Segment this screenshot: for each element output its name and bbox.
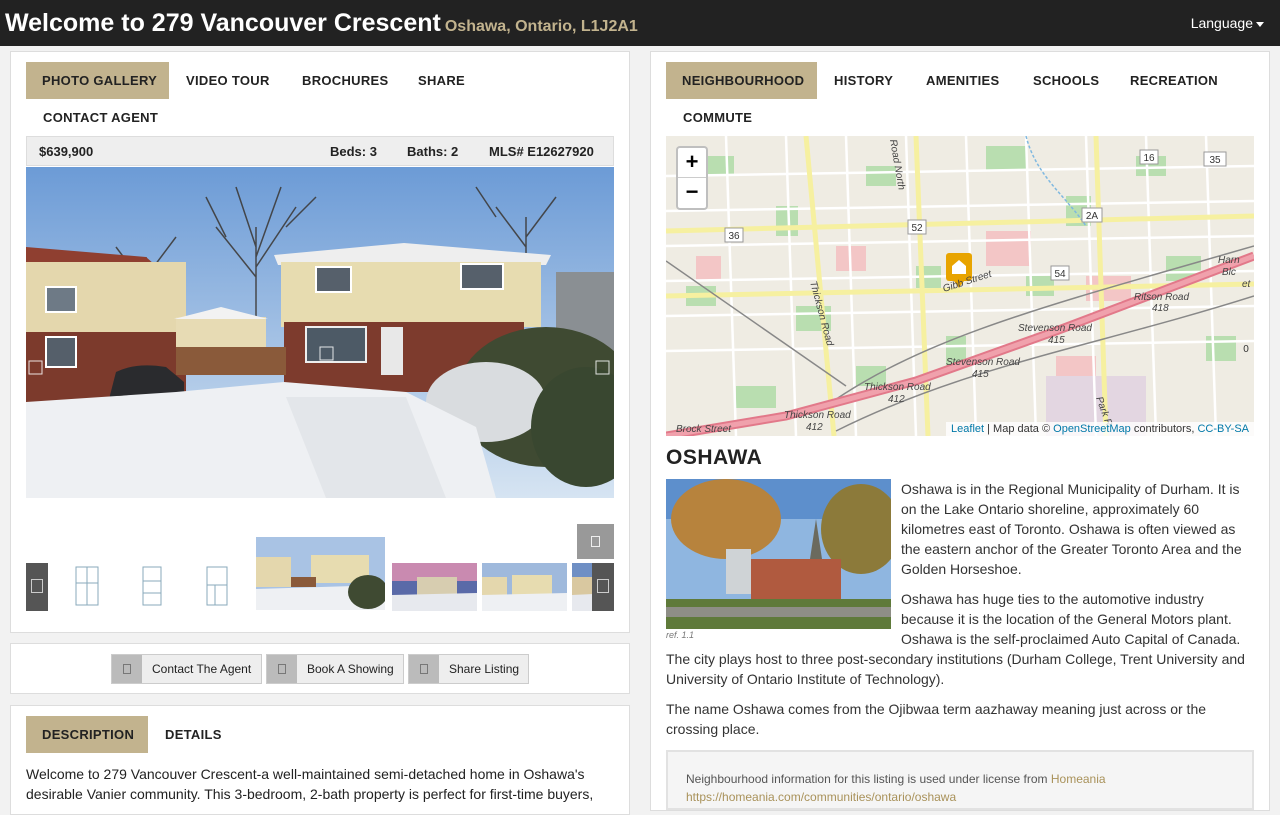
price: $639,900 [39, 144, 94, 159]
city-title: OSHAWA [666, 446, 763, 469]
svg-text:Thickson Road: Thickson Road [864, 382, 931, 393]
osm-link[interactable]: OpenStreetMap [1053, 423, 1131, 435]
zoom-out-button[interactable]: − [678, 178, 706, 208]
language-dropdown[interactable]: Language [1191, 15, 1264, 31]
homeania-url[interactable]: https://homeania.com/communities/ontario… [686, 790, 956, 804]
thumbnail-photo-active[interactable] [256, 537, 385, 610]
svg-text:415: 415 [1048, 335, 1065, 346]
svg-text:Stevenson Road: Stevenson Road [946, 357, 1020, 368]
tab-history[interactable]: HISTORY [818, 62, 909, 99]
book-showing-button[interactable]: Book A Showing [266, 654, 404, 684]
tab-schools[interactable]: SCHOOLS [1017, 62, 1115, 99]
baths: Baths: 2 [407, 144, 459, 159]
mls-number: MLS# E12627920 [489, 144, 594, 159]
tab-video-tour[interactable]: VIDEO TOUR [170, 62, 286, 99]
tab-details[interactable]: DETAILS [149, 716, 238, 753]
svg-text:et: et [1242, 279, 1252, 290]
thumbs-next-button[interactable] [592, 563, 614, 611]
tab-amenities[interactable]: AMENITIES [910, 62, 1015, 99]
map-label-16: 16 [1143, 153, 1155, 164]
map-zoom-control: + − [676, 146, 708, 210]
svg-text:52: 52 [911, 223, 923, 234]
thumbnail-floorplan-1[interactable] [71, 563, 103, 611]
top-bar: Welcome to 279 Vancouver Crescent Oshawa,… [0, 0, 1280, 46]
tab-photo-gallery[interactable]: PHOTO GALLERY [26, 62, 169, 99]
tab-share[interactable]: SHARE [402, 62, 481, 99]
svg-text:Harn: Harn [1218, 255, 1240, 266]
map-attribution: Leaflet | Map data © OpenStreetMap contr… [946, 422, 1254, 436]
share-listing-button[interactable]: Share Listing [408, 654, 529, 684]
page-title: Welcome to 279 Vancouver Crescent Oshawa,… [5, 9, 638, 37]
cc-link[interactable]: CC-BY-SA [1197, 423, 1249, 435]
leaflet-link[interactable]: Leaflet [951, 423, 984, 435]
description-text: Welcome to 279 Vancouver Crescent-a well… [26, 766, 594, 802]
neighbourhood-map[interactable]: 16 35 2A 52 36 54 0 Gibb Street Ritson R… [666, 136, 1254, 436]
svg-text:Thickson Road: Thickson Road [784, 410, 851, 421]
thumbnail-photo-2[interactable] [392, 563, 477, 611]
city-photo [666, 479, 891, 629]
tab-description[interactable]: DESCRIPTION [26, 716, 148, 753]
tab-recreation[interactable]: RECREATION [1114, 62, 1234, 99]
photo-reference: ref. 1.1 [666, 630, 695, 640]
arrow-right-icon [597, 579, 609, 593]
svg-text:54: 54 [1054, 269, 1066, 280]
address-subtitle: Oshawa, Ontario, L1J2A1 [444, 18, 638, 35]
svg-text:36: 36 [728, 231, 740, 242]
thumbnail-floorplan-2[interactable] [136, 563, 168, 611]
contact-agent-button[interactable]: Contact The Agent [111, 654, 262, 684]
description-panel: DESCRIPTION DETAILS Welcome to 279 Vanco… [10, 705, 630, 815]
license-note: Neighbourhood information for this listi… [666, 750, 1254, 810]
homeania-link[interactable]: Homeania [1051, 772, 1106, 786]
thumbnail-photo-3[interactable] [482, 563, 567, 611]
share-icon [409, 655, 439, 683]
svg-text:0: 0 [1243, 344, 1249, 355]
caret-down-icon [1256, 21, 1264, 27]
envelope-icon [112, 655, 142, 683]
tab-commute[interactable]: COMMUTE [667, 99, 768, 136]
zoom-in-button[interactable]: + [678, 148, 706, 178]
city-paragraph-3: The name Oshawa comes from the Ojibwaa t… [666, 701, 1207, 737]
svg-text:Blc: Blc [1222, 267, 1236, 278]
svg-text:412: 412 [888, 394, 905, 405]
listing-info-bar: $639,900 Beds: 3 Baths: 2 MLS# E12627920 [26, 136, 614, 166]
arrow-left-icon [31, 579, 43, 593]
svg-text:35: 35 [1209, 155, 1221, 166]
svg-text:Stevenson Road: Stevenson Road [1018, 323, 1092, 334]
svg-text:418: 418 [1152, 303, 1169, 314]
thumbnail-strip [26, 537, 614, 613]
gallery-panel: PHOTO GALLERY VIDEO TOUR BROCHURES SHARE… [10, 51, 630, 633]
thumbnail-floorplan-3[interactable] [201, 563, 233, 611]
thumbs-prev-button[interactable] [26, 563, 48, 611]
svg-text:412: 412 [806, 422, 823, 433]
svg-text:415: 415 [972, 369, 989, 380]
svg-text:2A: 2A [1086, 211, 1099, 222]
svg-text:Ritson Road: Ritson Road [1134, 292, 1189, 303]
calendar-icon [267, 655, 297, 683]
beds: Beds: 3 [330, 144, 377, 159]
tab-brochures[interactable]: BROCHURES [286, 62, 404, 99]
main-photo[interactable] [26, 167, 614, 498]
tab-neighbourhood[interactable]: NEIGHBOURHOOD [666, 62, 817, 99]
svg-text:Brock Street: Brock Street [676, 424, 732, 435]
tab-contact-agent[interactable]: CONTACT AGENT [27, 99, 174, 136]
